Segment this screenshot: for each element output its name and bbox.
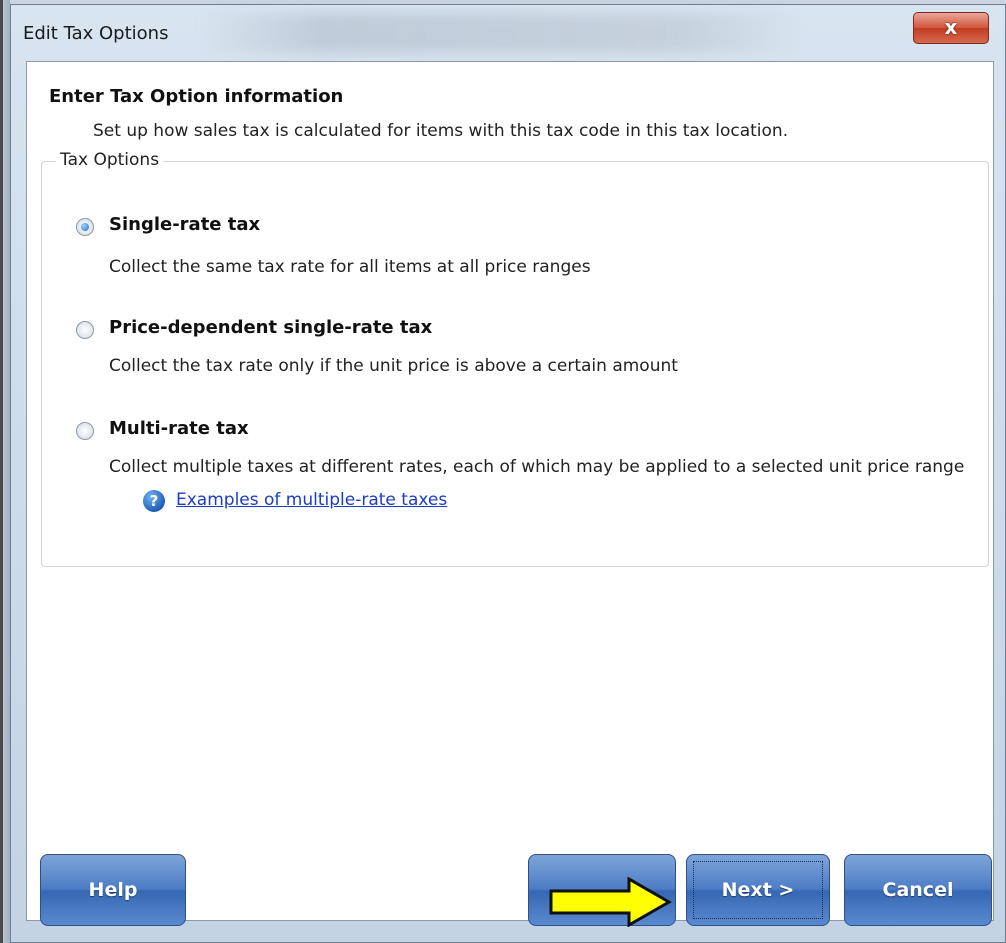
dialog-content: Enter Tax Option information Set up how … bbox=[26, 61, 994, 921]
price-dependent-description: Collect the tax rate only if the unit pr… bbox=[109, 356, 678, 376]
section-description: Set up how sales tax is calculated for i… bbox=[93, 121, 789, 141]
cancel-button[interactable]: Cancel bbox=[844, 854, 992, 926]
radio-selected-dot bbox=[81, 223, 89, 231]
blurred-background-text bbox=[201, 13, 801, 53]
single-rate-label[interactable]: Single-rate tax bbox=[109, 214, 260, 235]
multi-rate-radio[interactable] bbox=[76, 422, 94, 440]
section-heading: Enter Tax Option information bbox=[49, 86, 344, 107]
price-dependent-label[interactable]: Price-dependent single-rate tax bbox=[109, 317, 432, 338]
window-title: Edit Tax Options bbox=[23, 23, 169, 44]
multi-rate-label[interactable]: Multi-rate tax bbox=[109, 418, 249, 439]
tax-options-group: Tax Options Single-rate tax Collect the … bbox=[41, 150, 989, 567]
single-rate-radio[interactable] bbox=[76, 218, 94, 236]
single-rate-description: Collect the same tax rate for all items … bbox=[109, 257, 591, 277]
help-button[interactable]: Help bbox=[40, 854, 186, 926]
examples-multiple-rate-taxes-link[interactable]: Examples of multiple-rate taxes bbox=[176, 490, 447, 510]
next-button[interactable]: Next > bbox=[686, 854, 830, 926]
group-label: Tax Options bbox=[56, 150, 164, 170]
yellow-arrow-icon bbox=[549, 877, 673, 927]
close-button[interactable]: x bbox=[913, 12, 989, 44]
question-mark-icon: ? bbox=[143, 490, 165, 512]
next-button-label: Next > bbox=[721, 879, 795, 901]
edit-tax-options-dialog: Edit Tax Options x Enter Tax Option info… bbox=[10, 4, 1006, 943]
multi-rate-description: Collect multiple taxes at different rate… bbox=[109, 457, 965, 477]
title-bar[interactable]: Edit Tax Options x bbox=[11, 5, 1005, 61]
background-app-edge bbox=[0, 0, 10, 943]
price-dependent-radio[interactable] bbox=[76, 321, 94, 339]
